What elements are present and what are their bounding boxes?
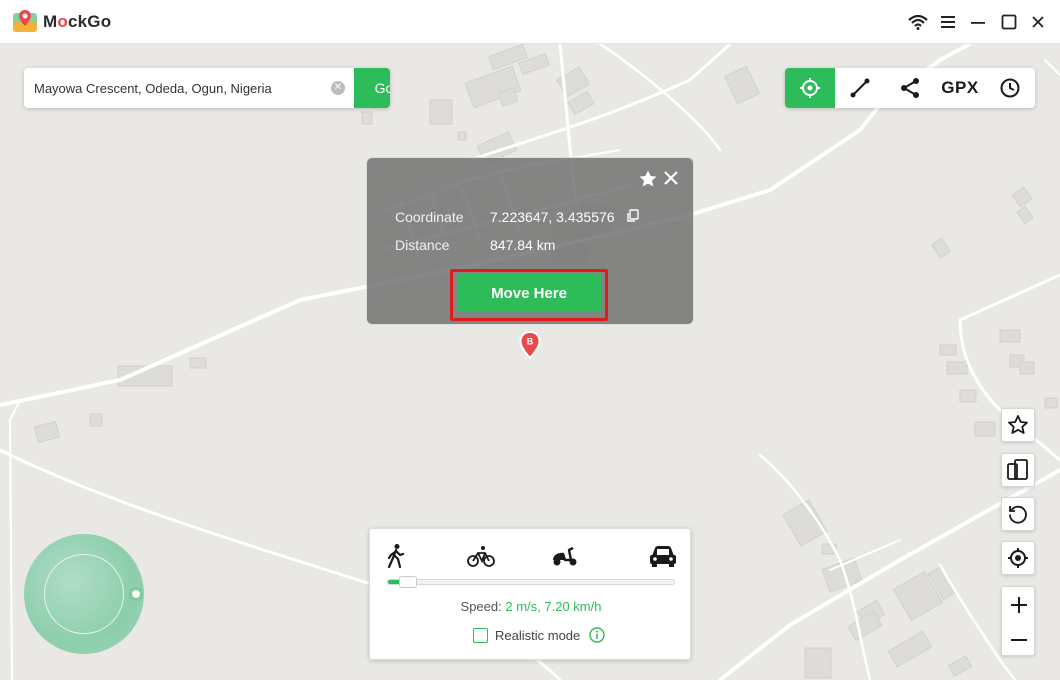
copy-icon[interactable] [626, 209, 640, 223]
search-box: ✕ Go [24, 68, 390, 108]
location-info-popup: Coordinate 7.223647, 3.435576 Distance 8… [366, 157, 694, 325]
bicycle-icon [467, 546, 495, 567]
locate-icon [1008, 548, 1028, 568]
title-bar: MockGo [0, 0, 1060, 44]
move-here-button[interactable]: Move Here [457, 274, 601, 312]
movement-joystick[interactable] [24, 534, 144, 654]
favorite-star-icon[interactable] [638, 169, 658, 189]
info-icon[interactable] [589, 627, 605, 643]
joystick-handle[interactable] [129, 587, 143, 601]
minus-icon [1011, 638, 1027, 641]
device-switch-button[interactable] [1001, 453, 1035, 487]
driving-mode-button[interactable] [649, 544, 677, 573]
realistic-mode-checkbox[interactable] [473, 627, 488, 643]
coordinate-label: Coordinate [395, 209, 464, 225]
car-icon [650, 546, 676, 567]
app-logo-icon [13, 10, 37, 32]
realistic-mode-toggle[interactable]: Realistic mode [473, 627, 605, 643]
reset-location-button[interactable] [1001, 497, 1035, 531]
crosshair-icon [800, 78, 820, 98]
clear-search-icon[interactable]: ✕ [331, 81, 345, 95]
wifi-icon[interactable] [906, 10, 930, 34]
gpx-import-button[interactable]: GPX [935, 68, 985, 108]
destination-pin[interactable]: B [519, 330, 541, 364]
location-search-input[interactable] [24, 68, 324, 108]
speed-panel: Speed: 2 m/s, 7.20 km/h Realistic mode [369, 528, 691, 660]
maximize-icon[interactable] [997, 10, 1021, 34]
close-window-icon[interactable] [1026, 10, 1050, 34]
multi-spot-route-button[interactable] [885, 68, 935, 108]
distance-value: 847.84 km [490, 237, 556, 253]
scooter-mode-button[interactable] [551, 545, 579, 572]
cycling-mode-button[interactable] [467, 545, 495, 572]
coordinate-value: 7.223647, 3.435576 [490, 209, 615, 225]
app-title: MockGo [43, 12, 112, 31]
speed-label: Speed: [460, 599, 502, 614]
zoom-controls [1001, 586, 1035, 656]
two-spot-route-button[interactable] [835, 68, 885, 108]
scooter-icon [552, 546, 577, 566]
zoom-in-button[interactable] [1002, 587, 1036, 622]
current-location-button[interactable] [1001, 541, 1035, 575]
route-line-icon [850, 78, 870, 98]
favorites-button[interactable] [1001, 408, 1035, 442]
refresh-icon [1009, 505, 1027, 524]
pin-label: B [527, 337, 534, 347]
joystick-ring [44, 554, 124, 634]
close-popup-icon[interactable] [663, 170, 679, 186]
minimize-icon[interactable] [966, 10, 990, 34]
devices-icon [1007, 459, 1028, 480]
zoom-out-button[interactable] [1002, 622, 1036, 657]
history-button[interactable] [985, 68, 1035, 108]
speed-slider-thumb[interactable] [399, 576, 417, 588]
speed-readout: Speed: 2 m/s, 7.20 km/h [370, 599, 692, 614]
share-icon [901, 78, 919, 98]
menu-icon[interactable] [936, 10, 960, 34]
speed-slider[interactable] [387, 576, 675, 588]
clock-icon [1000, 78, 1020, 98]
go-button[interactable]: Go [354, 68, 390, 108]
mode-toolbar: GPX [785, 68, 1035, 108]
map-pin-icon: B [519, 330, 541, 360]
walking-icon [387, 544, 405, 569]
distance-label: Distance [395, 237, 450, 253]
walking-mode-button[interactable] [386, 543, 406, 574]
plus-icon [1011, 596, 1027, 613]
star-outline-icon [1008, 415, 1028, 434]
realistic-mode-label: Realistic mode [495, 627, 581, 643]
speed-value: 2 m/s, 7.20 km/h [505, 599, 602, 614]
teleport-mode-button[interactable] [785, 68, 835, 108]
